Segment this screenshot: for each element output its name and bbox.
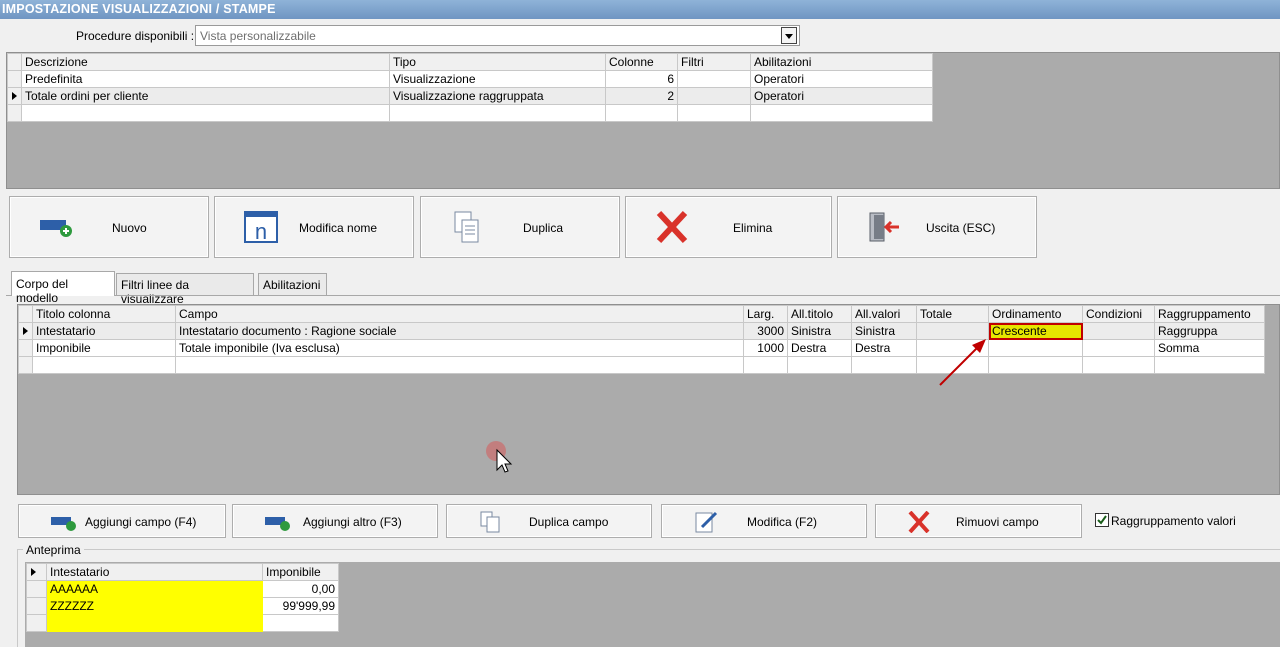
procedure-select[interactable]: Vista personalizzabile: [195, 25, 800, 46]
exit-door-icon: [869, 212, 899, 242]
rename-button[interactable]: n Modifica nome: [214, 196, 414, 258]
row-pointer-icon: [31, 568, 36, 576]
table-row[interactable]: Intestatario Intestatario documento : Ra…: [18, 322, 1265, 340]
header-abilitazioni[interactable]: Abilitazioni: [750, 53, 933, 71]
table-row-empty[interactable]: [18, 356, 1265, 374]
add-record-icon: [40, 220, 72, 237]
add-other-icon: [265, 517, 290, 531]
procedure-select-value: Vista personalizzabile: [200, 29, 316, 43]
header-filtri[interactable]: Filtri: [677, 53, 751, 71]
duplicate-field-button[interactable]: Duplica campo: [446, 504, 652, 538]
duplicate-field-icon: [480, 511, 500, 533]
header-colonne[interactable]: Colonne: [605, 53, 678, 71]
remove-field-button[interactable]: Rimuovi campo: [875, 504, 1082, 538]
duplicate-icon: [454, 211, 479, 243]
mouse-cursor-icon: [486, 441, 513, 473]
table-row[interactable]: ZZZZZZ 99'999,99: [26, 597, 339, 615]
table-row-empty[interactable]: [7, 104, 933, 122]
grouping-label: Raggruppamento valori: [1111, 514, 1236, 528]
columns-table: Titolo colonna Campo Larg. All.titolo Al…: [18, 305, 1265, 374]
chevron-down-icon[interactable]: [781, 27, 797, 44]
header-condizioni[interactable]: Condizioni: [1082, 305, 1155, 323]
header-all-valori[interactable]: All.valori: [851, 305, 917, 323]
window-title: IMPOSTAZIONE VISUALIZZAZIONI / STAMPE: [0, 0, 1280, 19]
preview-header-intestatario[interactable]: Intestatario: [46, 563, 263, 581]
remove-x-icon: [908, 511, 930, 533]
views-table: Descrizione Tipo Colonne Filtri Abilitaz…: [7, 53, 933, 122]
row-pointer-icon: [12, 92, 17, 100]
duplicate-button[interactable]: Duplica: [420, 196, 620, 258]
table-row[interactable]: Imponibile Totale imponibile (Iva esclus…: [18, 339, 1265, 357]
add-field-icon: [51, 517, 76, 531]
row-pointer-icon: [23, 327, 28, 335]
ordinamento-cell-highlighted[interactable]: Crescente: [988, 322, 1083, 340]
header-titolo-colonna[interactable]: Titolo colonna: [32, 305, 176, 323]
rename-icon: n: [244, 211, 278, 244]
header-indicator: [7, 53, 22, 71]
table-row-empty: [26, 614, 339, 632]
tab-corpo-del-modello[interactable]: Corpo del modello: [11, 271, 115, 305]
header-campo[interactable]: Campo: [175, 305, 744, 323]
checkmark-icon: [1097, 515, 1107, 525]
header-descrizione[interactable]: Descrizione: [21, 53, 390, 71]
add-field-button[interactable]: Aggiungi campo (F4): [18, 504, 226, 538]
add-other-button[interactable]: Aggiungi altro (F3): [232, 504, 438, 538]
table-row[interactable]: Totale ordini per cliente Visualizzazion…: [7, 87, 933, 105]
header-larg[interactable]: Larg.: [743, 305, 788, 323]
header-all-titolo[interactable]: All.titolo: [787, 305, 852, 323]
header-tipo[interactable]: Tipo: [389, 53, 606, 71]
table-row[interactable]: AAAAAA 0,00: [26, 580, 339, 598]
table-row[interactable]: Predefinita Visualizzazione 6 Operatori: [7, 70, 933, 88]
preview-header-imponibile[interactable]: Imponibile: [262, 563, 339, 581]
delete-x-icon: [656, 210, 688, 244]
header-ordinamento[interactable]: Ordinamento: [988, 305, 1083, 323]
preview-label: Anteprima: [23, 543, 84, 557]
exit-button[interactable]: Uscita (ESC): [837, 196, 1037, 258]
header-totale[interactable]: Totale: [916, 305, 989, 323]
header-raggruppamento[interactable]: Raggruppamento: [1154, 305, 1265, 323]
preview-table: Intestatario Imponibile AAAAAA 0,00 ZZZZ…: [26, 563, 339, 632]
edit-field-button[interactable]: Modifica (F2): [661, 504, 867, 538]
delete-button[interactable]: Elimina: [625, 196, 832, 258]
edit-pencil-icon: [695, 511, 718, 533]
annotation-arrow-icon: [939, 339, 986, 386]
procedure-label: Procedure disponibili :: [76, 29, 195, 43]
tab-abilitazioni[interactable]: Abilitazioni: [258, 273, 327, 295]
grouping-checkbox[interactable]: [1095, 513, 1109, 527]
new-button[interactable]: Nuovo: [9, 196, 209, 258]
tab-filtri-linee[interactable]: Filtri linee da visualizzare: [116, 273, 254, 306]
svg-text:n: n: [255, 219, 267, 244]
